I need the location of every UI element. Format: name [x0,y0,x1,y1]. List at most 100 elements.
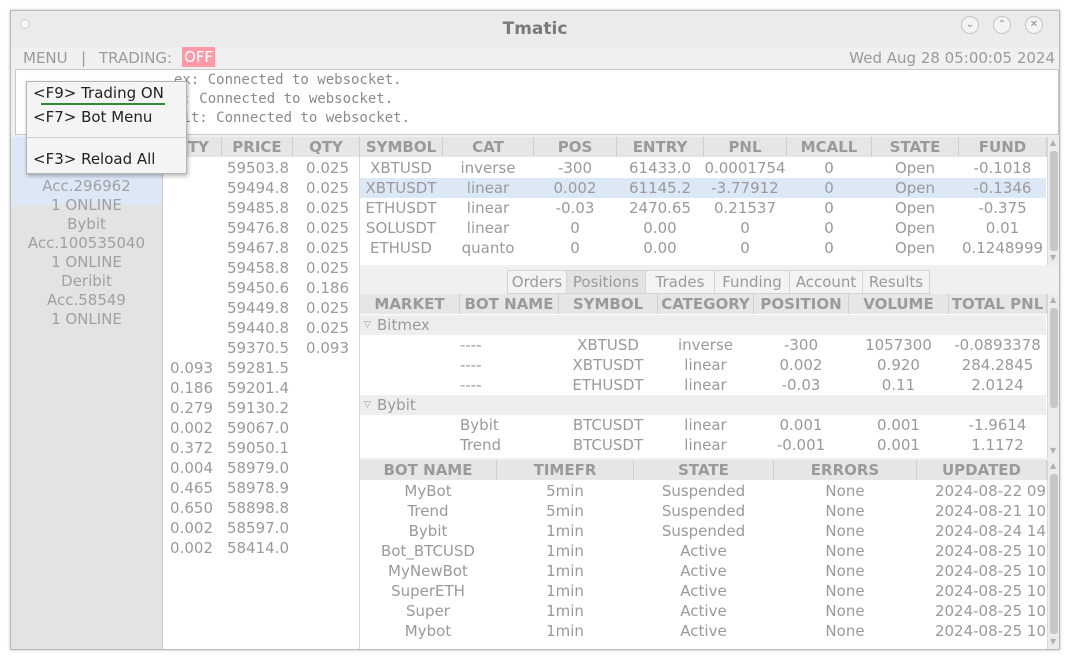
bot-row[interactable]: Super 1min Active None 2024-08-25 10 [360,601,1046,621]
orderbook-bid-row[interactable]: 0.093 59281.5 [163,358,359,378]
positions-table: SYMBOL CAT POS ENTRY PNL MCALL STATE FUN… [360,137,1059,265]
positions-scrollbar[interactable]: ▲ ▼ [1047,137,1059,265]
orderbook-bid-row[interactable]: 0.650 58898.8 [163,498,359,518]
orderbook-ask-row[interactable]: 59450.6 0.186 [163,278,359,298]
orderbook-ask-row[interactable]: 59494.8 0.025 [163,178,359,198]
col-header-errors[interactable]: ERRORS [774,460,917,480]
col-header-total-pnl[interactable]: TOTAL PNL [949,294,1047,314]
bot-row[interactable]: Bot_BTCUSD 1min Active None 2024-08-25 1… [360,541,1046,561]
account-status[interactable]: 1 ONLINE [11,310,162,329]
account-id[interactable]: Acc.100535040 [11,234,162,253]
col-header-category[interactable]: CATEGORY [658,294,754,314]
chevron-down-icon[interactable]: ▽ [364,315,371,335]
bot-row[interactable]: Bybit 1min Suspended None 2024-08-24 14 [360,521,1046,541]
bot-timeframe: 1min [546,522,584,540]
tab-funding[interactable]: Funding [714,270,790,294]
orderbook-ask-row[interactable]: 59370.5 0.093 [163,338,359,358]
col-header-updated[interactable]: UPDATED [917,460,1047,480]
orderbook-bid-row[interactable]: 0.004 58979.0 [163,458,359,478]
orderbook-ask-row[interactable]: 59485.8 0.025 [163,198,359,218]
orderbook-bid-row[interactable]: 0.002 58597.0 [163,518,359,538]
bot-row[interactable]: Trend 5min Suspended None 2024-08-21 10 [360,501,1046,521]
results-scrollbar[interactable]: ▲ ▼ [1047,294,1059,458]
col-header-pnl[interactable]: PNL [704,137,787,157]
bot-row[interactable]: MyBot 5min Suspended None 2024-08-22 09 [360,481,1046,501]
tab-orders[interactable]: Orders [507,270,567,294]
account-exchange[interactable]: Deribit [11,272,162,291]
col-header-timeframe[interactable]: TIMEFR [497,460,634,480]
col-header-pos[interactable]: POS [534,137,617,157]
tab-trades[interactable]: Trades [645,270,715,294]
col-header-state[interactable]: STATE [634,460,774,480]
col-header-volume[interactable]: VOLUME [849,294,949,314]
scroll-thumb[interactable] [1050,308,1058,408]
close-icon[interactable]: ✕ [1025,16,1043,34]
result-row[interactable]: ---- XBTUSDT linear 0.002 0.920 284.2845 [360,355,1046,375]
orderbook-ask-row[interactable]: 59440.8 0.025 [163,318,359,338]
account-status[interactable]: 1 ONLINE [11,196,162,215]
account-id[interactable]: Acc.58549 [11,291,162,310]
scroll-thumb[interactable] [1050,474,1058,634]
account-exchange[interactable]: Bybit [11,215,162,234]
scroll-up-icon[interactable]: ▲ [1050,461,1056,470]
orderbook-ask-row[interactable]: 59458.8 0.025 [163,258,359,278]
position-row[interactable]: ETHUSD quanto 0 0.00 0 0 Open 0.1248999 [360,238,1046,258]
col-header-symbol[interactable]: SYMBOL [559,294,658,314]
col-header-position[interactable]: POSITION [754,294,849,314]
group-row-bybit[interactable]: ▽ Bybit [360,395,1046,415]
orderbook-ask-row[interactable]: 59449.8 0.025 [163,298,359,318]
scroll-up-icon[interactable]: ▲ [1050,138,1056,147]
maximize-icon[interactable]: ⌃ [993,16,1011,34]
bot-row[interactable]: MyNewBot 1min Active None 2024-08-25 10 [360,561,1046,581]
col-header-bot-name[interactable]: BOT NAME [360,460,497,480]
col-header-cat[interactable]: CAT [443,137,534,157]
scroll-down-icon[interactable]: ▼ [1050,446,1056,455]
tab-results[interactable]: Results [862,270,930,294]
orderbook-bid-row[interactable]: 0.002 58414.0 [163,538,359,558]
orderbook-header-qty[interactable]: QTY [293,137,360,157]
position-row[interactable]: SOLUSDT linear 0 0.00 0 0 Open 0.01 [360,218,1046,238]
menu-button[interactable]: MENU [23,49,68,67]
position-row[interactable]: ETHUSDT linear -0.03 2470.65 0.21537 0 O… [360,198,1046,218]
orderbook-bid-row[interactable]: 0.465 58978.9 [163,478,359,498]
orderbook-bid-row[interactable]: 0.186 59201.4 [163,378,359,398]
result-row[interactable]: ---- XBTUSD inverse -300 1057300 -0.0893… [360,335,1046,355]
orderbook-ask-row[interactable]: 59503.8 0.025 [163,158,359,178]
col-header-bot-name[interactable]: BOT NAME [460,294,559,314]
minimize-icon[interactable]: ⌄ [961,16,979,34]
chevron-down-icon[interactable]: ▽ [364,395,371,415]
account-status[interactable]: 1 ONLINE [11,253,162,272]
col-header-fund[interactable]: FUND [959,137,1047,157]
col-header-market[interactable]: MARKET [360,294,460,314]
col-header-state[interactable]: STATE [872,137,959,157]
scroll-up-icon[interactable]: ▲ [1050,295,1056,304]
group-row-bitmex[interactable]: ▽ Bitmex [360,315,1046,335]
col-header-symbol[interactable]: SYMBOL [360,137,443,157]
tab-account[interactable]: Account [789,270,863,294]
bot-row[interactable]: Mybot 1min Active None 2024-08-25 10 [360,621,1046,641]
bots-scrollbar[interactable]: ▲ ▼ [1047,460,1059,649]
orderbook-header-price[interactable]: PRICE [222,137,293,157]
trading-status-badge[interactable]: OFF [182,47,216,67]
orderbook-bid-row[interactable]: 0.002 59067.0 [163,418,359,438]
tab-positions[interactable]: Positions [566,270,646,294]
col-header-mcall[interactable]: MCALL [787,137,872,157]
position-row-selected[interactable]: XBTUSDT linear 0.002 61145.2 -3.77912 0 … [360,178,1046,198]
menu-item-trading-on[interactable]: <F9> Trading ON [33,84,164,102]
position-row[interactable]: XBTUSD inverse -300 61433.0 0.0001754 0 … [360,158,1046,178]
scroll-down-icon[interactable]: ▼ [1050,253,1056,262]
orderbook-ask-row[interactable]: 59467.8 0.025 [163,238,359,258]
col-header-entry[interactable]: ENTRY [617,137,704,157]
result-row[interactable]: Trend BTCUSDT linear -0.001 0.001 1.1172 [360,435,1046,455]
bot-row[interactable]: SuperETH 1min Active None 2024-08-25 10 [360,581,1046,601]
orderbook-ask-row[interactable]: 59476.8 0.025 [163,218,359,238]
orderbook-bid-row[interactable]: 0.279 59130.2 [163,398,359,418]
result-row[interactable]: Bybit BTCUSDT linear 0.001 0.001 -1.9614 [360,415,1046,435]
scroll-down-icon[interactable]: ▼ [1050,637,1056,646]
account-id[interactable]: Acc.296962 [11,177,162,196]
orderbook-bid-row[interactable]: 0.372 59050.1 [163,438,359,458]
scroll-thumb[interactable] [1050,151,1058,251]
result-row[interactable]: ---- ETHUSDT linear -0.03 0.11 2.0124 [360,375,1046,395]
menu-item-bot-menu[interactable]: <F7> Bot Menu [33,108,152,126]
menu-item-reload-all[interactable]: <F3> Reload All [33,150,155,168]
